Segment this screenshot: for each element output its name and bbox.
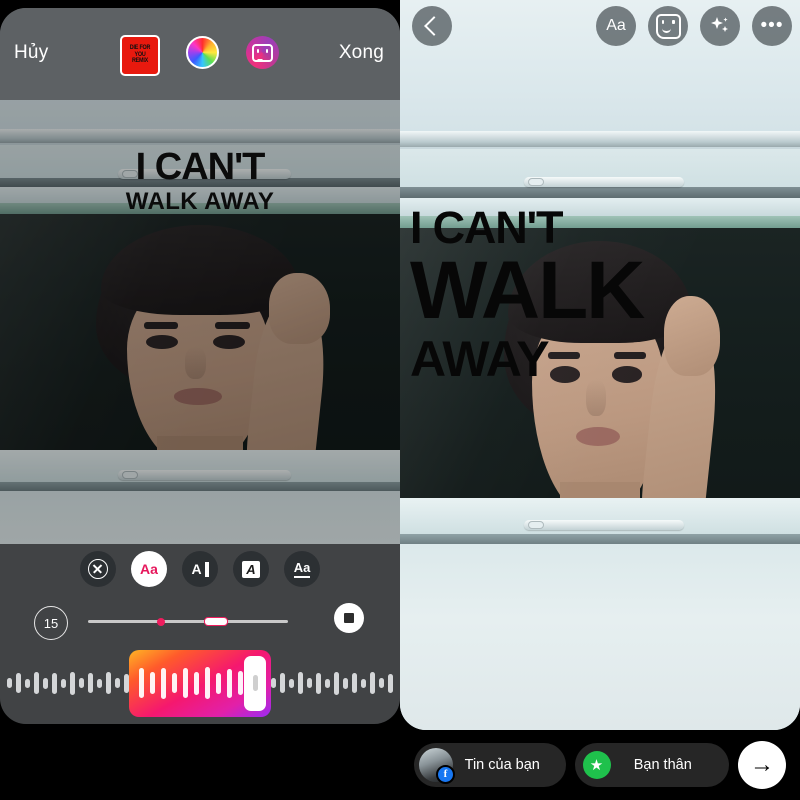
text-align-button[interactable]: A [182,551,218,587]
editor-card: I CAN'T WALK AWAY Hủy DIE FOR YOU REMIX … [0,8,400,724]
album-art-icon[interactable]: DIE FOR YOU REMIX [120,35,160,76]
font-style-button[interactable]: Aa [131,551,167,587]
waveform-left-bars [0,663,129,703]
send-button[interactable]: → [738,741,786,789]
story-card: I CAN'T WALK AWAY Aa ••• [400,0,800,730]
audio-trim-row: 15 [0,598,400,646]
text-underline-button[interactable]: Aa [284,551,320,587]
audio-waveform[interactable] [0,646,400,720]
chat-bubble-icon[interactable] [246,36,279,69]
clear-text-button[interactable] [80,551,116,587]
star-icon: ★ [582,751,611,779]
sticker-tool-button[interactable] [648,6,688,46]
story-preview-panel: I CAN'T WALK AWAY Aa ••• f Tin của bạn ★… [400,0,800,800]
share-bar: f Tin của bạn ★ Bạn thân → [400,730,800,800]
color-wheel-icon[interactable] [186,36,219,69]
waveform-drag-handle[interactable] [244,655,266,711]
story-text-line-3: AWAY [410,330,550,387]
editor-text-line-1: I CAN'T [135,146,266,188]
avatar: f [419,748,455,784]
back-button[interactable] [412,6,452,46]
editor-bottom-controls: Aa A A Aa 15 [0,544,400,724]
music-text-editor-panel: I CAN'T WALK AWAY Hủy DIE FOR YOU REMIX … [0,0,400,800]
done-button[interactable]: Xong [339,42,384,64]
close-friends-label: Bạn thân [633,757,692,773]
text-tool-button[interactable]: Aa [596,6,636,46]
story-text-line-2: WALK [410,245,645,336]
waveform-selection[interactable] [129,649,271,717]
effects-tool-button[interactable] [700,6,740,46]
editor-text-overlay[interactable]: I CAN'T WALK AWAY [0,146,400,215]
duration-badge[interactable]: 15 [34,606,68,640]
more-options-button[interactable]: ••• [752,6,792,46]
text-underline-glyph: Aa [293,560,311,578]
story-top-bar: Aa ••• [400,0,800,52]
your-story-label: Tin của bạn [464,757,540,773]
text-highlight-glyph: A [242,560,260,578]
app-screenshot: I CAN'T WALK AWAY Hủy DIE FOR YOU REMIX … [0,0,800,800]
text-align-glyph: A [191,561,202,577]
album-art-line-3: REMIX [131,57,149,65]
stop-button[interactable] [334,603,364,633]
text-style-toolbar: Aa A A Aa [0,544,400,594]
story-text-overlay[interactable]: I CAN'T WALK AWAY [410,205,790,384]
waveform-right-bars [271,663,400,703]
editor-text-line-2: WALK AWAY [125,187,275,215]
share-close-friends-button[interactable]: ★ Bạn thân [574,743,729,787]
text-highlight-button[interactable]: A [233,551,269,587]
story-text-line-1: I CAN'T [410,202,563,253]
share-your-story-button[interactable]: f Tin của bạn [414,743,566,787]
audio-scrub-track[interactable] [88,620,288,623]
audio-scrub-thumb[interactable] [204,617,228,626]
audio-marker-dot[interactable] [157,617,165,626]
facebook-badge-icon: f [436,765,455,784]
cancel-button[interactable]: Hủy [14,42,48,64]
editor-top-bar: Hủy DIE FOR YOU REMIX Xong [0,8,400,100]
